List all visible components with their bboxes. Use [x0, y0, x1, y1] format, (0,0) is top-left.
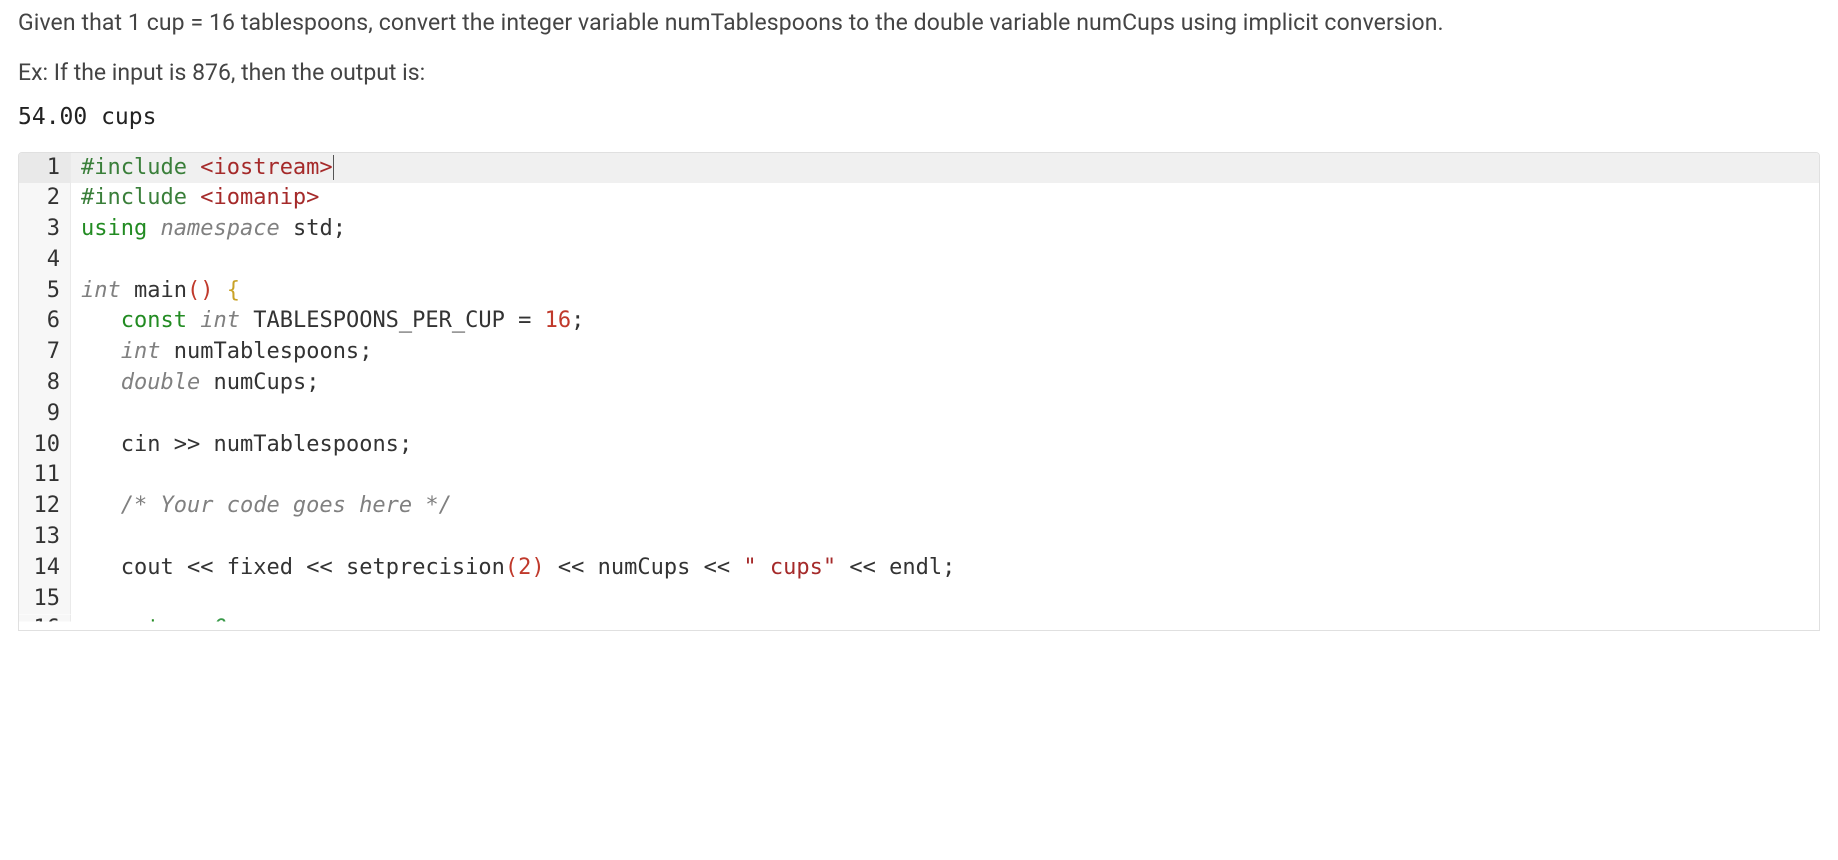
code-line[interactable]: 4	[19, 245, 1819, 276]
line-number: 2	[19, 183, 71, 214]
code-content[interactable]: cout << fixed << setprecision(2) << numC…	[71, 553, 955, 584]
code-line[interactable]: 16 return 0;	[19, 614, 1819, 630]
line-number: 4	[19, 245, 71, 276]
code-content[interactable]: #include <iostream>	[71, 153, 334, 184]
code-line[interactable]: 13	[19, 522, 1819, 553]
code-line[interactable]: 6 const int TABLESPOONS_PER_CUP = 16;	[19, 306, 1819, 337]
line-number: 7	[19, 337, 71, 368]
code-content[interactable]	[71, 522, 81, 553]
line-number: 1	[19, 153, 71, 184]
code-content[interactable]: int numTablespoons;	[71, 337, 372, 368]
line-number: 12	[19, 491, 71, 522]
line-number: 9	[19, 399, 71, 430]
code-content[interactable]: #include <iomanip>	[71, 183, 319, 214]
code-line[interactable]: 5 int main() {	[19, 276, 1819, 307]
code-editor[interactable]: 1 #include <iostream> 2 #include <iomani…	[18, 152, 1820, 632]
line-number: 11	[19, 460, 71, 491]
example-output: 54.00 cups	[18, 104, 1820, 130]
line-number: 10	[19, 430, 71, 461]
code-line[interactable]: 3 using namespace std;	[19, 214, 1819, 245]
line-number: 5	[19, 276, 71, 307]
line-number: 14	[19, 553, 71, 584]
code-content[interactable]	[71, 399, 81, 430]
code-content[interactable]: double numCups;	[71, 368, 319, 399]
line-number: 3	[19, 214, 71, 245]
code-content[interactable]	[71, 460, 81, 491]
code-content[interactable]	[71, 584, 81, 615]
code-content[interactable]: int main() {	[71, 276, 240, 307]
code-content[interactable]: return 0;	[71, 614, 240, 630]
problem-description: Given that 1 cup = 16 tablespoons, conve…	[18, 6, 1820, 41]
code-line[interactable]: 14 cout << fixed << setprecision(2) << n…	[19, 553, 1819, 584]
code-line[interactable]: 9	[19, 399, 1819, 430]
example-intro: Ex: If the input is 876, then the output…	[18, 59, 1820, 86]
code-content[interactable]: const int TABLESPOONS_PER_CUP = 16;	[71, 306, 584, 337]
line-number: 8	[19, 368, 71, 399]
code-line[interactable]: 12 /* Your code goes here */	[19, 491, 1819, 522]
code-line[interactable]: 15	[19, 584, 1819, 615]
code-line[interactable]: 7 int numTablespoons;	[19, 337, 1819, 368]
code-line[interactable]: 10 cin >> numTablespoons;	[19, 430, 1819, 461]
code-line[interactable]: 2 #include <iomanip>	[19, 183, 1819, 214]
line-number: 6	[19, 306, 71, 337]
code-content[interactable]: using namespace std;	[71, 214, 346, 245]
code-line[interactable]: 8 double numCups;	[19, 368, 1819, 399]
line-number: 15	[19, 584, 71, 615]
code-content[interactable]	[71, 245, 81, 276]
code-content[interactable]: cin >> numTablespoons;	[71, 430, 412, 461]
text-cursor-icon	[333, 155, 334, 179]
code-line[interactable]: 1 #include <iostream>	[19, 153, 1819, 184]
exercise-container: Given that 1 cup = 16 tablespoons, conve…	[0, 0, 1838, 631]
line-number: 16	[19, 614, 71, 630]
code-content[interactable]: /* Your code goes here */	[71, 491, 452, 522]
line-number: 13	[19, 522, 71, 553]
code-line[interactable]: 11	[19, 460, 1819, 491]
